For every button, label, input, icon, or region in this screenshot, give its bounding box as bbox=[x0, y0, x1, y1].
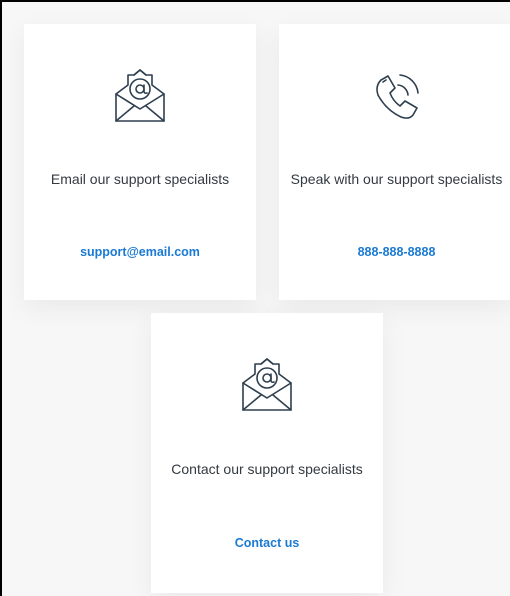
support-email-link[interactable]: support@email.com bbox=[24, 245, 256, 259]
email-support-description: Email our support specialists bbox=[50, 171, 230, 187]
contact-support-description: Contact our support specialists bbox=[171, 461, 363, 477]
email-support-card: Email our support specialists support@em… bbox=[24, 24, 256, 300]
envelope-at-icon bbox=[115, 69, 165, 122]
phone-support-description: Speak with our support specialists bbox=[290, 171, 503, 187]
support-phone-link[interactable]: 888-888-8888 bbox=[279, 245, 510, 259]
phone-ringing-icon bbox=[375, 74, 419, 119]
phone-support-card: Speak with our support specialists 888-8… bbox=[279, 24, 510, 300]
contact-support-card: Contact our support specialists Contact … bbox=[151, 313, 383, 593]
contact-us-link[interactable]: Contact us bbox=[151, 536, 383, 550]
support-options-panel: Email our support specialists support@em… bbox=[0, 0, 510, 596]
envelope-at-icon bbox=[242, 358, 292, 411]
